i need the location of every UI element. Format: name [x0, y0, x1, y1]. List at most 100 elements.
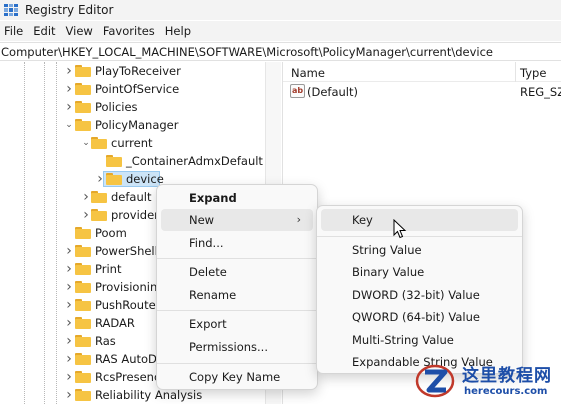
new-submenu: Key String Value Binary Value DWORD (32-bit… — [316, 205, 523, 374]
chevron-right-icon[interactable]: › — [64, 260, 74, 278]
menu-item-label: DWORD (32-bit) Value — [352, 288, 480, 302]
menu-item-label: String Value — [352, 243, 422, 257]
watermark-url: herecours.com — [464, 386, 548, 397]
menu-item-expand[interactable]: Expand — [161, 187, 313, 209]
tree-item-label: Reliability Analysis — [95, 388, 203, 402]
chevron-right-icon[interactable]: › — [64, 368, 74, 386]
menu-file[interactable]: File — [2, 24, 31, 38]
chevron-right-icon[interactable]: › — [95, 170, 105, 188]
menu-help[interactable]: Help — [163, 24, 199, 38]
menu-item-label: Find... — [189, 236, 224, 250]
menu-item-label: Binary Value — [352, 265, 425, 279]
chevron-right-icon[interactable]: › — [64, 98, 74, 116]
chevron-right-icon[interactable]: › — [64, 80, 74, 98]
tree-item-label: PlayToReceiver — [95, 64, 181, 78]
menu-item-new[interactable]: New › — [161, 209, 313, 231]
value-name: (Default) — [307, 85, 358, 99]
menu-item-delete[interactable]: Delete — [161, 261, 313, 283]
tree-item-current[interactable]: ⌄ current — [0, 134, 270, 152]
menu-separator — [317, 236, 522, 237]
chevron-right-icon[interactable]: › — [64, 350, 74, 368]
list-header: Name Type — [283, 62, 561, 82]
submenu-item-multi-string-value[interactable]: Multi-String Value — [321, 329, 518, 351]
folder-icon — [106, 155, 122, 167]
menu-item-copy-key-name[interactable]: Copy Key Name — [161, 366, 313, 388]
tree-item-containeradmxdefault[interactable]: _ContainerAdmxDefault — [0, 152, 270, 170]
submenu-item-dword-32-bit-value[interactable]: DWORD (32-bit) Value — [321, 284, 518, 306]
address-bar[interactable]: Computer\HKEY_LOCAL_MACHINE\SOFTWARE\Mic… — [0, 42, 561, 61]
tree-item-pointofservice[interactable]: › PointOfService — [0, 80, 270, 98]
tree-item-policymanager[interactable]: ⌄ PolicyManager — [0, 116, 270, 134]
chevron-right-icon[interactable]: › — [81, 206, 91, 224]
chevron-right-icon[interactable]: › — [64, 242, 74, 260]
watermark: 这里教程网 herecours.com — [412, 358, 561, 404]
chevron-right-icon[interactable]: › — [64, 62, 74, 80]
menu-item-label: Permissions... — [189, 340, 268, 354]
address-path: Computer\HKEY_LOCAL_MACHINE\SOFTWARE\Mic… — [1, 44, 494, 59]
menu-item-label: Rename — [189, 288, 237, 302]
tree-item-label: RADAR — [95, 316, 135, 330]
folder-icon — [75, 281, 91, 293]
folder-icon — [75, 83, 91, 95]
tree-item-label: device — [126, 172, 164, 186]
tree-item-label: default — [111, 190, 152, 204]
chevron-down-icon[interactable]: ⌄ — [81, 134, 91, 152]
mouse-cursor-icon — [393, 219, 407, 239]
menu-separator — [157, 310, 317, 311]
menu-separator — [157, 258, 317, 259]
tree-item-label: _ContainerAdmxDefault — [126, 154, 263, 168]
folder-icon — [75, 317, 91, 329]
tree-item-playtoreceiver[interactable]: › PlayToReceiver — [0, 62, 270, 80]
menu-edit[interactable]: Edit — [31, 24, 63, 38]
menu-item-label: Multi-String Value — [352, 333, 454, 347]
tree-item-label: Print — [95, 262, 122, 276]
submenu-item-binary-value[interactable]: Binary Value — [321, 261, 518, 283]
menu-item-export[interactable]: Export — [161, 313, 313, 335]
folder-icon — [75, 119, 91, 131]
column-name-header[interactable]: Name — [291, 66, 325, 80]
tree-item-label: PointOfService — [95, 82, 180, 96]
menu-item-label: New — [189, 213, 215, 227]
folder-icon — [106, 173, 122, 185]
string-value-icon: ab — [290, 84, 305, 98]
folder-icon — [91, 191, 107, 203]
menu-item-find[interactable]: Find... — [161, 232, 313, 254]
folder-icon — [75, 299, 91, 311]
tree-item-label: Poom — [95, 226, 127, 240]
tree-item-label: Ras — [95, 334, 116, 348]
chevron-right-icon[interactable]: › — [64, 314, 74, 332]
column-type-header[interactable]: Type — [520, 66, 546, 80]
menu-item-label: Export — [189, 317, 227, 331]
folder-icon — [75, 389, 91, 401]
registry-editor-icon — [4, 4, 18, 16]
column-separator[interactable] — [515, 62, 516, 82]
menu-favorites[interactable]: Favorites — [101, 24, 163, 38]
chevron-right-icon[interactable]: › — [64, 278, 74, 296]
tree-item-label: current — [111, 136, 153, 150]
chevron-right-icon[interactable]: › — [64, 296, 74, 314]
title-bar: Registry Editor — [0, 0, 561, 20]
context-menu: Expand New › Find... Delete Rename Export Permi… — [156, 184, 318, 390]
folder-icon — [75, 227, 91, 239]
chevron-right-icon[interactable]: › — [81, 188, 91, 206]
window-title: Registry Editor — [25, 3, 114, 17]
submenu-item-string-value[interactable]: String Value — [321, 239, 518, 261]
menu-item-label: QWORD (64-bit) Value — [352, 310, 480, 324]
folder-icon — [75, 101, 91, 113]
menu-item-label: Key — [352, 213, 373, 227]
menu-item-rename[interactable]: Rename — [161, 284, 313, 306]
folder-icon — [75, 353, 91, 365]
chevron-right-icon[interactable]: › — [64, 332, 74, 350]
submenu-item-key[interactable]: Key — [321, 209, 518, 231]
value-row-default[interactable]: ab (Default) REG_SZ — [283, 83, 561, 101]
folder-icon — [75, 371, 91, 383]
submenu-item-qword-64-bit-value[interactable]: QWORD (64-bit) Value — [321, 306, 518, 328]
tree-item-policies[interactable]: › Policies — [0, 98, 270, 116]
tree-item-label: Provisioning — [95, 280, 165, 294]
tree-item-label: PushRouter — [95, 298, 161, 312]
chevron-right-icon: › — [296, 213, 301, 226]
menu-view[interactable]: View — [64, 24, 101, 38]
menu-item-permissions[interactable]: Permissions... — [161, 336, 313, 358]
chevron-right-icon[interactable]: › — [64, 386, 74, 404]
chevron-down-icon[interactable]: ⌄ — [64, 116, 74, 134]
